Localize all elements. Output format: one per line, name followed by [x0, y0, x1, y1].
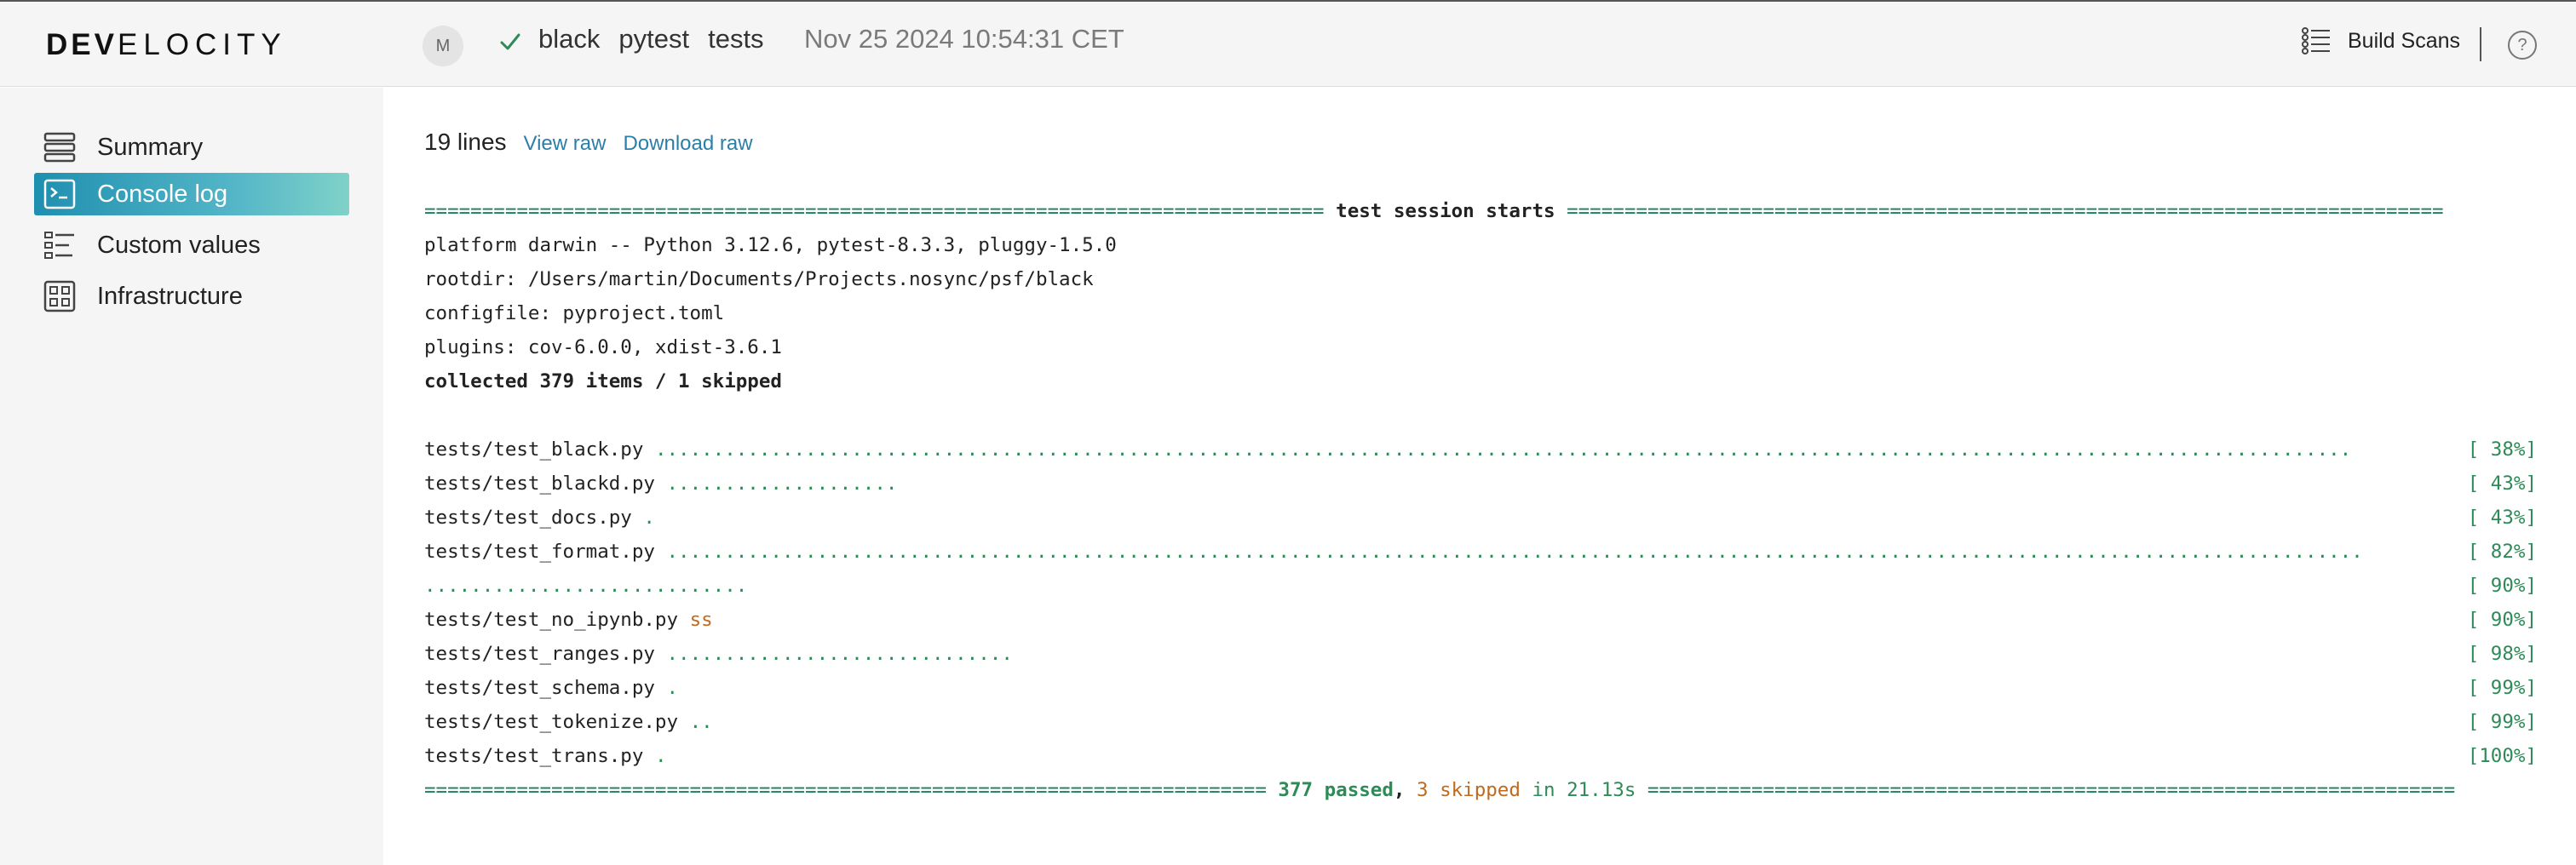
success-check-icon — [500, 33, 520, 50]
infrastructure-icon — [43, 279, 77, 313]
sidebar-item-label: Custom values — [97, 231, 261, 259]
result-percent: [ 98%] — [2467, 643, 2537, 665]
tag-project[interactable]: black — [538, 24, 600, 54]
result-percent: [ 82%] — [2467, 541, 2537, 563]
result-line: tests/test_trans.py . [100%] — [424, 739, 2537, 773]
result-line: ............................ [ 90%] — [424, 569, 2537, 603]
result-percent: [ 90%] — [2467, 609, 2537, 631]
result-percent: [ 43%] — [2467, 507, 2537, 529]
download-raw-link[interactable]: Download raw — [623, 132, 752, 156]
session-start-line: ========================================… — [424, 194, 2537, 228]
summary-icon — [43, 130, 77, 164]
separator: ========================================… — [424, 779, 1267, 801]
result-line: tests/test_black.py ....................… — [424, 432, 2537, 467]
result-dots: . — [666, 677, 679, 699]
result-percent: [ 38%] — [2467, 438, 2537, 461]
build-tags: black pytest tests — [538, 24, 764, 54]
result-file: tests/test_trans.py — [424, 745, 655, 767]
result-line: tests/test_format.py ...................… — [424, 535, 2537, 569]
header-divider — [2480, 27, 2481, 61]
collected-line: collected 379 items / 1 skipped — [424, 370, 782, 392]
sidebar-item-summary[interactable]: Summary — [34, 126, 349, 169]
result-percent: [100%] — [2467, 745, 2537, 767]
result-dots: .................... — [666, 473, 898, 495]
result-dots: .............................. — [666, 643, 1013, 665]
result-dots: ........................................… — [654, 438, 2352, 461]
result-line: tests/test_no_ipynb.py ss [ 90%] — [424, 603, 2537, 637]
build-timestamp: Nov 25 2024 10:54:31 CET — [804, 24, 1124, 54]
sidebar-item-label: Summary — [97, 133, 204, 161]
result-file: tests/test_ranges.py — [424, 643, 667, 665]
sidebar-item-label: Console log — [97, 180, 228, 208]
result-file: tests/test_docs.py — [424, 507, 644, 529]
result-percent: [ 90%] — [2467, 575, 2537, 597]
help-icon[interactable]: ? — [2508, 31, 2537, 60]
view-raw-link[interactable]: View raw — [524, 132, 607, 156]
result-line: tests/test_tokenize.py .. [ 99%] — [424, 705, 2537, 739]
result-line: tests/test_blackd.py ...................… — [424, 467, 2537, 501]
custom-values-icon — [43, 228, 77, 262]
build-scans-button[interactable]: Build Scans — [2302, 27, 2460, 54]
rootdir-line: rootdir: /Users/martin/Documents/Project… — [424, 268, 1094, 290]
result-dots: ........................................… — [666, 541, 2363, 563]
result-file: tests/test_schema.py — [424, 677, 667, 699]
build-scans-label: Build Scans — [2348, 28, 2461, 53]
tag-task[interactable]: tests — [708, 24, 763, 54]
result-line: tests/test_docs.py . [ 43%] — [424, 501, 2537, 535]
result-line: tests/test_schema.py . [ 99%] — [424, 671, 2537, 705]
sidebar: Summary Console log Custom values Infras… — [0, 88, 383, 865]
result-line: tests/test_ranges.py ...................… — [424, 637, 2537, 671]
avatar[interactable]: M — [423, 26, 463, 66]
result-dots: . — [643, 507, 655, 529]
separator: ========================================… — [1567, 200, 2444, 222]
result-dots: . — [654, 745, 667, 767]
session-summary-line: ========================================… — [424, 773, 2537, 807]
configfile-line: configfile: pyproject.toml — [424, 302, 725, 324]
sidebar-item-infrastructure[interactable]: Infrastructure — [34, 275, 349, 318]
passed-count: 377 passed — [1278, 779, 1394, 801]
main-content: 19 lines View raw Download raw =========… — [383, 88, 2576, 865]
result-file: tests/test_tokenize.py — [424, 711, 690, 733]
result-dots: ............................ — [424, 575, 748, 597]
result-dots: .. — [689, 711, 713, 733]
lines-count: 19 lines — [424, 129, 507, 155]
result-percent: [ 99%] — [2467, 677, 2537, 699]
console-log: ========================================… — [424, 194, 2537, 807]
logo-rest-text: ELOCITY — [117, 28, 287, 61]
result-file: tests/test_black.py — [424, 438, 655, 461]
separator: ========================================… — [1647, 779, 2456, 801]
top-header: DEV ELOCITY M black pytest tests Nov 25 2… — [0, 0, 2576, 87]
result-file: tests/test_format.py — [424, 541, 667, 563]
summary-comma: , — [1393, 779, 1406, 801]
duration: in 21.13s — [1532, 779, 1636, 801]
plugins-line: plugins: cov-6.0.0, xdist-3.6.1 — [424, 336, 782, 358]
result-file: tests/test_no_ipynb.py — [424, 609, 690, 631]
sidebar-item-label: Infrastructure — [97, 282, 243, 310]
logo-bold-text: DEV — [46, 28, 118, 61]
session-title: test session starts — [1336, 200, 1555, 222]
sidebar-item-custom-values[interactable]: Custom values — [34, 224, 349, 266]
platform-line: platform darwin -- Python 3.12.6, pytest… — [424, 234, 1117, 256]
console-icon — [43, 177, 77, 211]
result-percent: [ 99%] — [2467, 711, 2537, 733]
result-file: tests/test_blackd.py — [424, 473, 667, 495]
list-icon — [2302, 27, 2330, 54]
result-percent: [ 43%] — [2467, 473, 2537, 495]
tag-tool[interactable]: pytest — [618, 24, 689, 54]
result-skips: ss — [689, 609, 713, 631]
develocity-logo[interactable]: DEV ELOCITY — [46, 26, 287, 65]
separator: ========================================… — [424, 200, 1325, 222]
console-toolbar: 19 lines View raw Download raw — [424, 129, 753, 156]
skipped-count: 3 skipped — [1416, 779, 1521, 801]
sidebar-item-console-log[interactable]: Console log — [34, 173, 349, 215]
